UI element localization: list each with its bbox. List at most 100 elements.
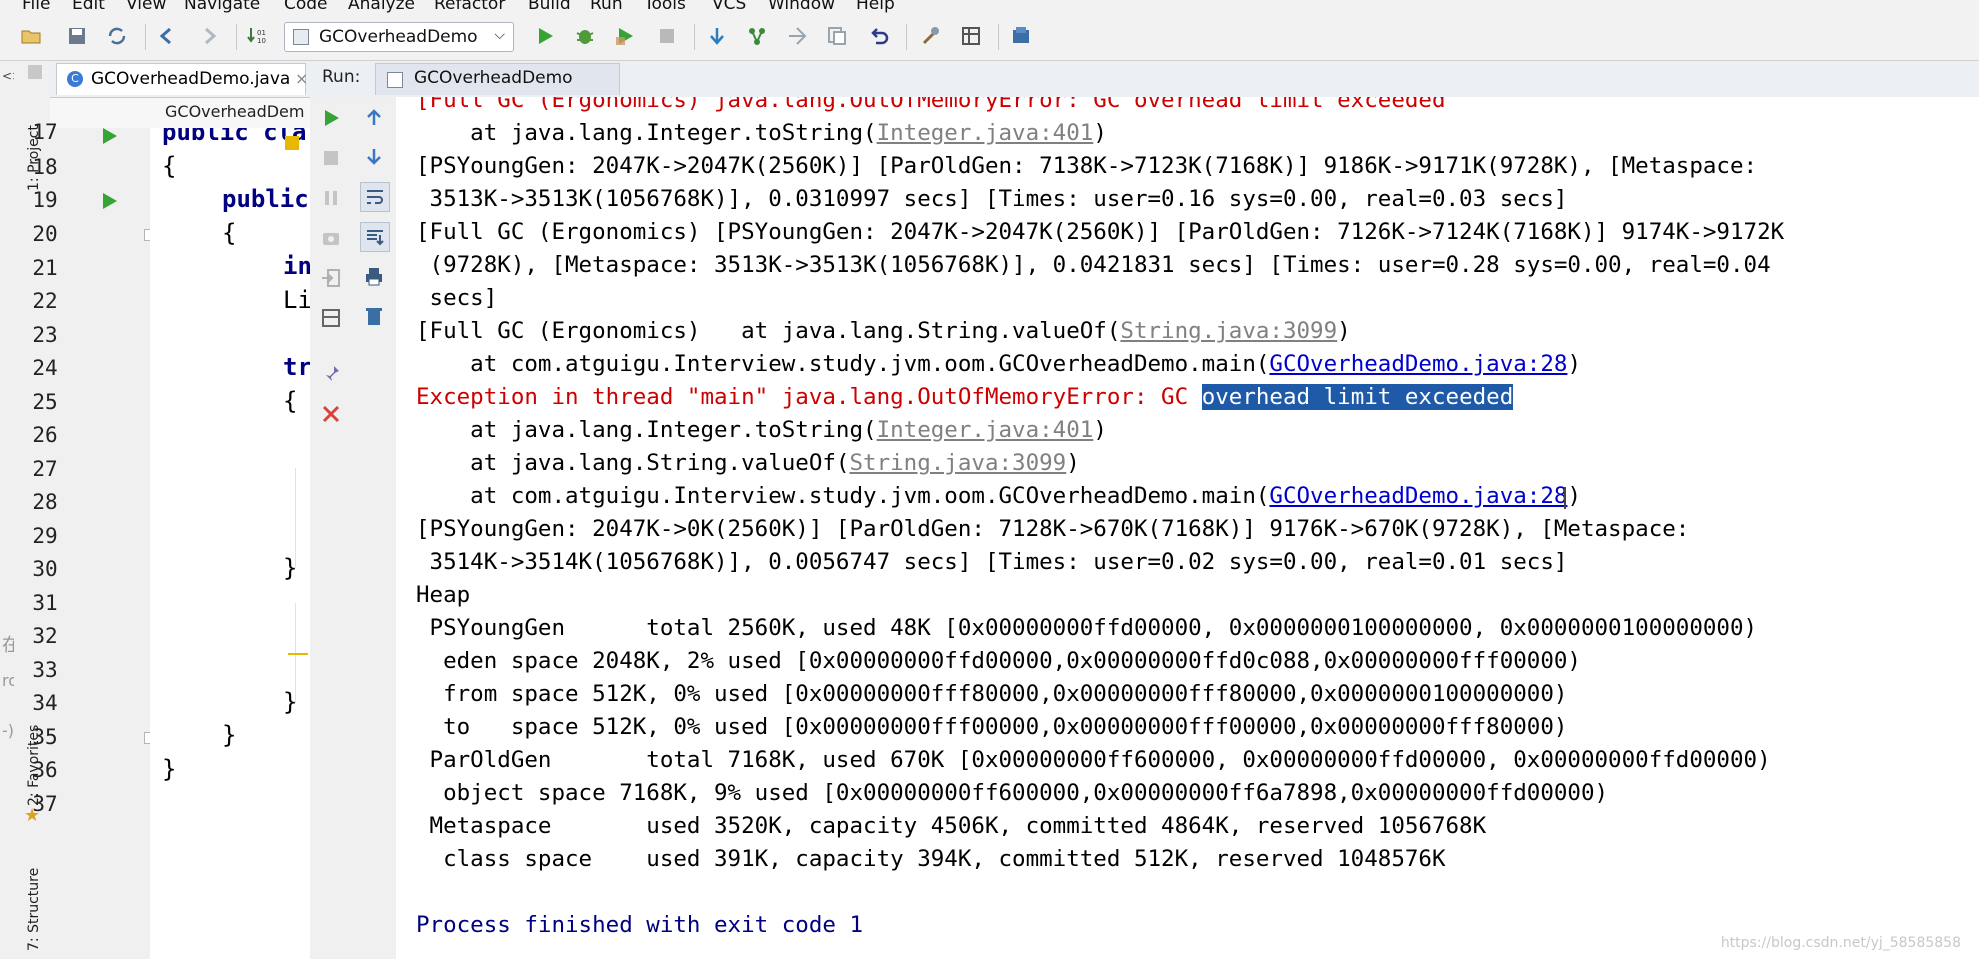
sdk-icon[interactable] — [958, 23, 984, 49]
console-line: secs] — [416, 285, 498, 311]
line-number: 33 — [32, 658, 58, 682]
save-icon[interactable] — [64, 23, 90, 49]
code-editor[interactable]: public cla { publicS { in Li tr { } } } … — [150, 128, 310, 959]
console-line: at java.lang.Integer.toString(Integer.ja… — [416, 417, 1107, 443]
close-icon[interactable]: × — [295, 69, 308, 88]
menu-build[interactable]: Build — [528, 0, 571, 14]
back-icon[interactable] — [154, 23, 180, 49]
svg-text:01: 01 — [257, 29, 266, 37]
editor-tab-gcoverheaddemo[interactable]: C GCOverheadDemo.java × — [56, 63, 308, 95]
line-number: 20 — [32, 222, 58, 246]
print-icon[interactable] — [360, 262, 388, 290]
vcs-history-icon[interactable] — [824, 23, 850, 49]
menu-navigate[interactable]: Navigate — [184, 0, 260, 14]
console-line: Metaspace used 3520K, capacity 4506K, co… — [416, 813, 1487, 839]
menu-help[interactable]: Help — [856, 0, 895, 14]
menu-tools[interactable]: Tools — [644, 0, 686, 14]
down-icon[interactable] — [360, 142, 388, 170]
console-line: [PSYoungGen: 2047K->0K(2560K)] [ParOldGe… — [416, 516, 1690, 542]
bulb-icon[interactable] — [285, 136, 299, 150]
rerun-icon[interactable] — [317, 104, 345, 132]
code-line-20: { — [222, 219, 237, 247]
line-number: 35 — [32, 725, 58, 749]
clear-icon[interactable] — [360, 302, 388, 330]
dump-threads-icon[interactable] — [317, 224, 345, 252]
line-number: 24 — [32, 356, 58, 380]
menu-refactor[interactable]: Refactor — [434, 0, 505, 14]
line-number: 18 — [32, 155, 58, 179]
console-line: [PSYoungGen: 2047K->2047K(2560K)] [ParOl… — [416, 153, 1758, 179]
run-main-gutter-icon[interactable] — [103, 193, 117, 209]
console-line: at java.lang.Integer.toString(Integer.ja… — [416, 120, 1107, 146]
svg-text:10: 10 — [257, 37, 266, 45]
line-number: 31 — [32, 591, 58, 615]
pin-icon[interactable] — [317, 360, 345, 388]
up-icon[interactable] — [360, 104, 388, 132]
menu-analyze[interactable]: Analyze — [348, 0, 415, 14]
stack-link[interactable]: Integer.java:401 — [877, 120, 1094, 146]
editor-tab-bar: C GCOverheadDemo.java × — [50, 61, 310, 98]
run-config-label: GCOverheadDemo — [319, 27, 478, 47]
menu-edit[interactable]: Edit — [72, 0, 105, 14]
stop-icon[interactable] — [317, 144, 345, 172]
run-configuration-dropdown[interactable]: GCOverheadDemo ⌵ — [284, 22, 514, 52]
vcs-revert-icon[interactable] — [866, 23, 892, 49]
build-icon[interactable]: 01 10 — [244, 23, 270, 49]
console-line: from space 512K, 0% used [0x00000000fff8… — [416, 681, 1568, 707]
debug-icon[interactable] — [572, 23, 598, 49]
code-line-19: publicS — [222, 185, 310, 213]
structure-tool-window-tab[interactable]: 7: Structure — [26, 868, 42, 951]
sync-icon[interactable] — [104, 23, 130, 49]
stack-link[interactable]: String.java:3099 — [849, 450, 1066, 476]
console-output[interactable]: [Full GC (Ergonomics) java.lang.OutOfMem… — [396, 97, 1979, 959]
stack-link[interactable]: GCOverheadDemo.java:28 — [1269, 351, 1567, 377]
editor-tab-label: GCOverheadDemo.java — [91, 69, 291, 89]
project-structure-icon[interactable] — [918, 23, 944, 49]
line-number: 26 — [32, 423, 58, 447]
chevron-down-icon: ⌵ — [494, 27, 505, 43]
open-icon[interactable] — [18, 23, 44, 49]
stack-link[interactable]: String.java:3099 — [1120, 318, 1337, 344]
console-line: (9728K), [Metaspace: 3513K->3513K(105676… — [416, 252, 1771, 278]
menu-code[interactable]: Code — [284, 0, 328, 14]
vcs-compare-icon[interactable] — [784, 23, 810, 49]
code-line-24: tr — [283, 353, 310, 381]
menu-file[interactable]: File — [22, 0, 50, 14]
menu-view[interactable]: View — [126, 0, 166, 14]
code-line-22: Li — [283, 286, 310, 314]
run-icon[interactable] — [532, 23, 558, 49]
gradle-icon[interactable] — [1008, 23, 1034, 49]
pause-icon[interactable] — [317, 184, 345, 212]
line-number: 23 — [32, 323, 58, 347]
code-line-25: { — [283, 387, 298, 415]
watermark: https://blog.csdn.net/yj_58585858 — [1720, 935, 1961, 951]
run-class-gutter-icon[interactable] — [103, 128, 117, 144]
code-line-21: in — [283, 252, 310, 280]
breadcrumb[interactable]: GCOverheadDem — [50, 98, 310, 128]
line-number: 21 — [32, 256, 58, 280]
forward-icon[interactable] — [196, 23, 222, 49]
menu-bar: File Edit View Navigate Code Analyze Ref… — [0, 0, 1979, 14]
stack-link[interactable]: Integer.java:401 — [877, 417, 1094, 443]
menu-run[interactable]: Run — [590, 0, 623, 14]
menu-window[interactable]: Window — [768, 0, 835, 14]
menu-vcs[interactable]: VCS — [712, 0, 746, 14]
stack-link[interactable]: GCOverheadDemo.java:28 — [1269, 483, 1567, 509]
run-tab-gcoverheaddemo[interactable]: GCOverheadDemo — [375, 63, 620, 95]
coverage-icon[interactable] — [612, 23, 638, 49]
vcs-commit-icon[interactable] — [744, 23, 770, 49]
vcs-update-icon[interactable] — [704, 23, 730, 49]
scroll-to-end-icon[interactable] — [360, 222, 390, 252]
soft-wrap-icon[interactable] — [360, 182, 390, 212]
console-line: to space 512K, 0% used [0x00000000fff000… — [416, 714, 1568, 740]
breadcrumb-class[interactable]: GCOverheadDem — [165, 102, 304, 121]
line-number: 29 — [32, 524, 58, 548]
layout-icon[interactable] — [317, 304, 345, 332]
indent-guide — [295, 468, 296, 568]
text-cursor — [1564, 487, 1566, 509]
run-config-icon — [293, 29, 309, 45]
exit-icon[interactable] — [317, 264, 345, 292]
run-config-icon — [387, 72, 403, 88]
close-icon[interactable] — [317, 400, 345, 428]
stop-icon[interactable] — [654, 23, 680, 49]
